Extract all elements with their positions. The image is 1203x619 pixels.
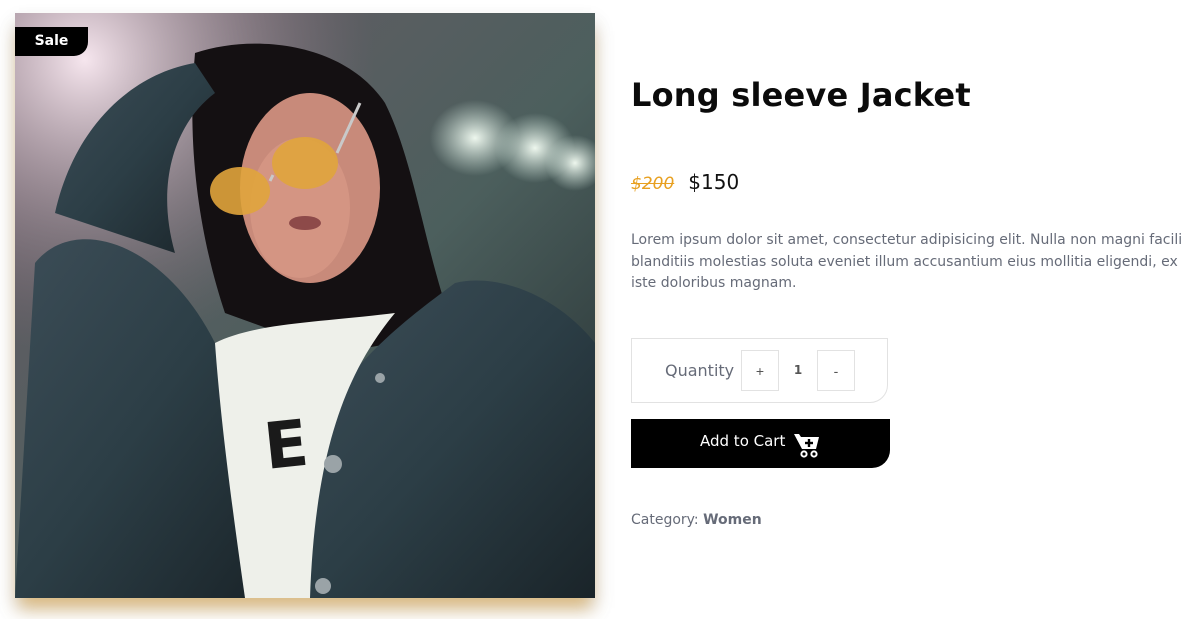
product-photo: E bbox=[15, 13, 595, 598]
cart-plus-icon bbox=[794, 434, 819, 458]
product-description: Lorem ipsum dolor sit amet, consectetur … bbox=[631, 232, 1183, 291]
product-title: Long sleeve Jacket bbox=[631, 76, 971, 114]
old-price: $200 bbox=[631, 174, 675, 194]
add-to-cart-label: Add to Cart bbox=[700, 432, 786, 450]
product-image: E bbox=[15, 13, 595, 598]
quantity-label: Quantity bbox=[665, 361, 735, 380]
product-page: E Sale Long sleeve Jacket $200 $150 Lore… bbox=[0, 0, 1203, 619]
quantity-value[interactable]: 1 bbox=[781, 350, 815, 391]
quantity-selector: Quantity + 1 - bbox=[631, 338, 888, 403]
category-prefix: Category: bbox=[631, 512, 699, 528]
category-row: Category: Women bbox=[631, 512, 762, 528]
add-to-cart-button[interactable]: Add to Cart bbox=[631, 419, 890, 468]
quantity-increase-button[interactable]: + bbox=[741, 350, 779, 391]
price-row: $200 $150 bbox=[631, 170, 739, 194]
svg-text:E: E bbox=[261, 407, 312, 485]
category-link-women[interactable]: Women bbox=[703, 512, 762, 528]
sale-badge: Sale bbox=[15, 27, 88, 56]
current-price: $150 bbox=[688, 170, 740, 194]
quantity-decrease-button[interactable]: - bbox=[817, 350, 855, 391]
